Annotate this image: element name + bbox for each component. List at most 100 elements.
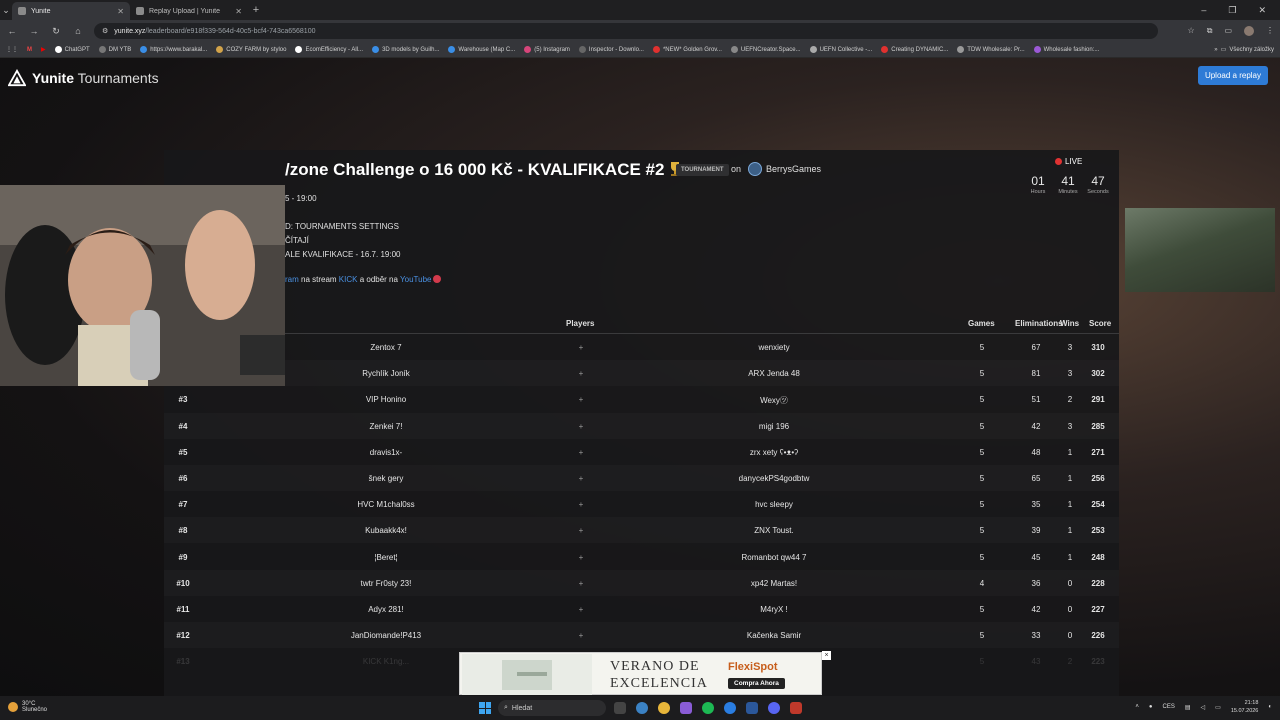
windows-start-icon[interactable] (479, 702, 491, 714)
upload-replay-button[interactable]: Upload a replay (1197, 66, 1268, 85)
sidebar-icon[interactable]: ▭ (1224, 26, 1232, 36)
network-icon[interactable]: ▤ (1185, 704, 1191, 711)
eliminations-cell: 67 (1031, 343, 1041, 352)
menu-icon[interactable]: ⋮ (1266, 26, 1274, 36)
table-row[interactable]: #10 twtr Fr0sty 23! + xp42 Martas! 4 36 0 228 (164, 570, 1119, 596)
battery-icon[interactable]: ▭ (1215, 704, 1221, 711)
ad-cta-button[interactable]: Compra Ahora (728, 678, 785, 689)
apps-icon[interactable]: ⋮⋮ (6, 46, 18, 53)
bookmark-label: Warehouse (Map C... (458, 46, 516, 53)
col-score[interactable]: Score (1089, 319, 1111, 328)
bookmark-item[interactable]: 3D models by Guilh... (372, 46, 439, 53)
bookmark-item[interactable]: COZY FARM by styloo (216, 46, 286, 53)
minimize-icon[interactable]: – (1201, 5, 1206, 16)
store-icon[interactable] (746, 702, 758, 714)
kick-link[interactable]: KICK (339, 275, 358, 284)
table-row[interactable]: #9 ¦Beret¦ + Romanbot qw44 7 5 45 1 248 (164, 544, 1119, 570)
table-row[interactable]: #1Zentox 7+wenxiety5673310 (164, 334, 1119, 360)
table-row[interactable]: #7 HVC M1chal0ss + hvc sleepy 5 35 1 254 (164, 491, 1119, 517)
bookmark-item[interactable]: https://www.barakal... (140, 46, 207, 53)
app-icon[interactable] (790, 702, 802, 714)
edge-icon[interactable] (636, 702, 648, 714)
bookmark-item[interactable]: ChatGPT (54, 46, 90, 53)
discord-icon[interactable] (768, 702, 780, 714)
language-label[interactable]: CES (1163, 704, 1175, 710)
bookmark-label: Wholesale fashion:... (1043, 46, 1100, 53)
notifications-icon[interactable]: ◐ (1268, 704, 1272, 710)
description-time: 5 - 19:00 (285, 194, 317, 203)
site-info-icon[interactable]: ⚙ (102, 27, 108, 35)
table-row[interactable]: #12 JanDiomande!P413 + Kačenka Samir 5 33 0 226 (164, 622, 1119, 648)
gmail-icon[interactable]: M (27, 47, 32, 53)
bookmark-item[interactable]: DM YTB (98, 46, 131, 53)
table-row[interactable]: #8 Kubaakk4x! + ZNX Toust. 5 39 1 253 (164, 517, 1119, 543)
address-bar[interactable]: ⚙ yunite.xyz/leaderboard/e918f339-564d-4… (94, 23, 1158, 39)
col-wins[interactable]: Wins (1060, 319, 1079, 328)
microphone-icon[interactable]: ● (1149, 704, 1153, 710)
bookmark-item[interactable]: UEFN Collective -... (809, 46, 872, 53)
maximize-icon[interactable]: ❐ (1228, 5, 1236, 16)
score-cell: 285 (1091, 421, 1105, 431)
score-cell: 302 (1091, 369, 1105, 379)
volume-icon[interactable]: ◁ (1201, 704, 1206, 711)
bookmark-item[interactable]: Warehouse (Map C... (448, 46, 515, 53)
bookmark-star-icon[interactable]: ☆ (1188, 26, 1195, 36)
spotify-icon[interactable] (702, 702, 714, 714)
yunite-logo[interactable]: Yunite Tournaments (8, 69, 159, 87)
extensions-icon[interactable]: ⧉ (1207, 26, 1213, 36)
bookmark-item[interactable]: Inspector - Downlo... (578, 46, 644, 53)
home-icon[interactable]: ⌂ (72, 26, 84, 36)
browser-icon[interactable] (724, 702, 736, 714)
tray-chevron-icon[interactable]: ˄ (1135, 704, 1139, 710)
tournament-title: /zone Challenge o 16 000 Kč - KVALIFIKAC… (285, 160, 682, 180)
back-icon[interactable]: ← (6, 26, 18, 36)
youtube-icon[interactable]: ▶ (41, 46, 46, 53)
clock[interactable]: 21:18 15.07.2026 (1231, 699, 1259, 715)
bookmark-item[interactable]: TDW Wholesale: Pr... (957, 46, 1025, 53)
table-row[interactable]: #3 VIP Honino + Wexy㋡ 5 51 2 291 (164, 386, 1119, 412)
table-row[interactable]: #4 Zenkei 7! + migi 196 5 42 3 285 (164, 413, 1119, 439)
table-row[interactable]: #5 dravis1x- + zrx xety ʕ•ᴥ•ʔ 5 48 1 271 (164, 439, 1119, 465)
tab-list-icon[interactable]: ⌄ (0, 5, 12, 16)
col-players[interactable]: Players (566, 319, 594, 328)
col-eliminations[interactable]: Eliminations (1015, 319, 1063, 328)
all-bookmarks-label: Všechny záložky (1229, 46, 1274, 53)
bookmark-item[interactable]: *NEW* Golden Grov... (652, 46, 722, 53)
col-games[interactable]: Games (968, 319, 995, 328)
new-tab-button[interactable]: + (248, 4, 264, 16)
forward-icon[interactable]: → (28, 26, 40, 36)
tab-replay-upload[interactable]: Replay Upload | Yunite ✕ (130, 2, 248, 20)
taskbar-search[interactable]: ⌕ Hledat (498, 700, 606, 716)
score-cell: 271 (1091, 447, 1105, 457)
organizer-avatar (748, 162, 762, 176)
weather-widget[interactable]: 30°C Slunečno (8, 701, 47, 713)
all-bookmarks[interactable]: » ▭ Všechny záložky (1214, 46, 1274, 54)
video-thumbnail[interactable] (1125, 208, 1275, 292)
bookmark-item[interactable]: EcomEfficiency - All... (295, 46, 363, 53)
app-icon[interactable] (680, 702, 692, 714)
youtube-link[interactable]: YouTube (400, 275, 431, 284)
close-tab-icon[interactable]: ✕ (117, 7, 124, 16)
profile-avatar[interactable] (1244, 26, 1254, 36)
windows-taskbar: 30°C Slunečno ⌕ Hledat ˄ ● CES ▤ ◁ ▭ 21:18… (0, 696, 1280, 720)
bookmark-item[interactable]: Wholesale fashion:... (1033, 46, 1100, 53)
ad-close-icon[interactable]: × (822, 651, 831, 660)
reload-icon[interactable]: ↻ (50, 26, 62, 37)
organizer-link[interactable]: BerrysGames (748, 162, 821, 176)
tab-yunite[interactable]: Yunite ✕ (12, 2, 130, 20)
bookmark-label: Creating DYNAMIC... (891, 46, 949, 53)
bookmark-item[interactable]: (5) Instagram (524, 46, 570, 53)
chrome-icon[interactable] (658, 702, 670, 714)
instagram-link[interactable]: ram (285, 275, 299, 284)
bookmark-item[interactable]: Creating DYNAMIC... (881, 46, 948, 53)
table-row[interactable]: #11 Adyx 281! + M4ryX ! 5 42 0 227 (164, 596, 1119, 622)
close-window-icon[interactable]: ✕ (1258, 5, 1266, 16)
table-row[interactable]: #2Rychlík Joník+ARX Jenda 485813302 (164, 360, 1119, 386)
task-view-icon[interactable] (614, 702, 626, 714)
brand-bold: Yunite (32, 70, 75, 86)
more-bookmarks-icon[interactable]: » (1214, 47, 1217, 53)
table-row[interactable]: #6 šnek gery + danycekPS4godbtw 5 65 1 256 (164, 465, 1119, 491)
bookmark-item[interactable]: UEFNCreator.Space... (730, 46, 801, 53)
close-tab-icon[interactable]: ✕ (235, 7, 242, 16)
ad-banner[interactable]: VERANO DE EXCELENCIA FlexiSpot Compra Ah… (459, 652, 822, 695)
